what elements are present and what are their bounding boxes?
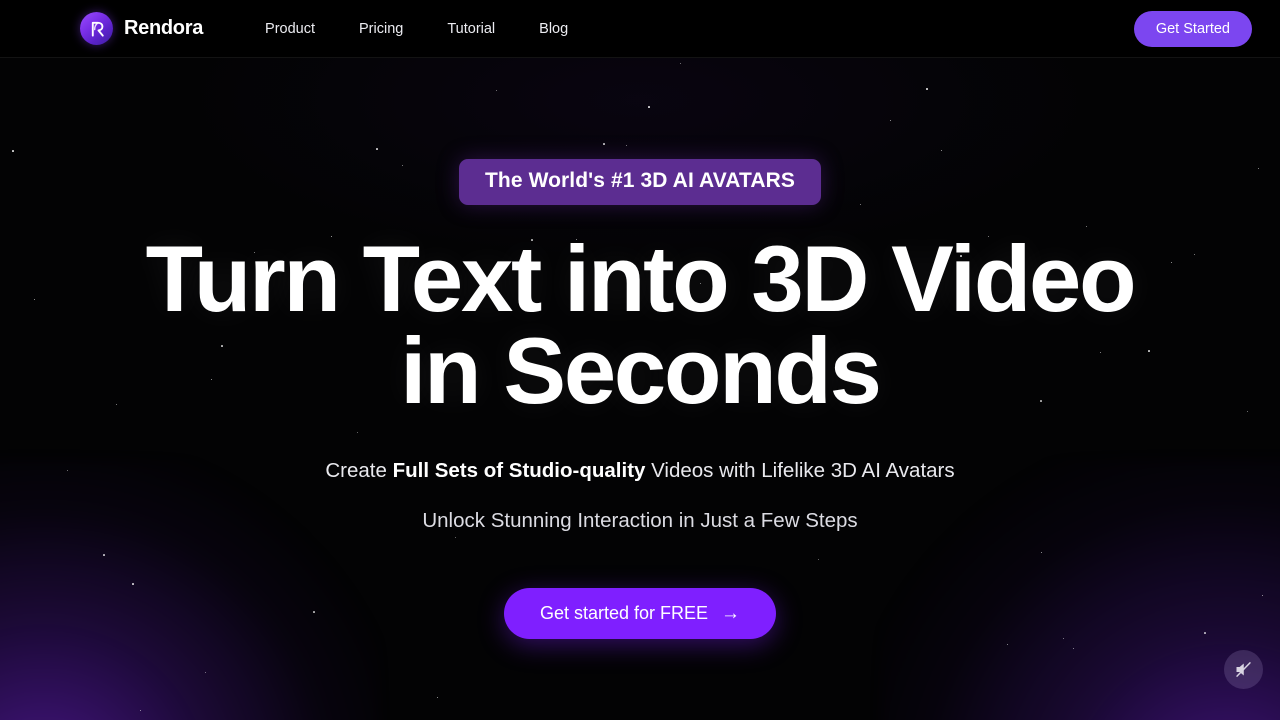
arrow-right-icon: → xyxy=(721,603,741,625)
brand-logo[interactable]: Rendora xyxy=(80,12,203,45)
hero-subtitle-post: Videos with Lifelike 3D AI Avatars xyxy=(645,459,955,483)
hero-badge: The World's #1 3D AI AVATARS xyxy=(459,159,821,205)
site-header: Rendora Product Pricing Tutorial Blog Ge… xyxy=(0,0,1280,58)
speaker-muted-icon xyxy=(1233,659,1254,680)
nav-link-blog[interactable]: Blog xyxy=(517,15,590,43)
page-title: Turn Text into 3D Video in Seconds xyxy=(145,226,1137,424)
get-started-button[interactable]: Get Started xyxy=(1133,10,1252,47)
brand-name: Rendora xyxy=(124,17,204,39)
hero-subtitle-pre: Create xyxy=(325,459,393,483)
hero-subtitle-secondary: Unlock Stunning Interaction in Just a Fe… xyxy=(422,509,858,533)
rendora-r-logo-icon xyxy=(80,12,113,45)
get-started-free-button[interactable]: Get started for FREE → xyxy=(503,588,777,640)
nav-link-tutorial[interactable]: Tutorial xyxy=(425,15,517,43)
mute-toggle-button[interactable] xyxy=(1224,650,1263,689)
hero-subtitle-primary: Create Full Sets of Studio-quality Video… xyxy=(325,459,954,483)
headline-line-2: in Seconds xyxy=(400,318,882,424)
landing-page: Rendora Product Pricing Tutorial Blog Ge… xyxy=(0,0,1280,720)
nav-link-product[interactable]: Product xyxy=(251,15,337,43)
headline-line-1: Turn Text into 3D Video xyxy=(145,226,1137,331)
hero-subtitle-bold: Full Sets of Studio-quality xyxy=(392,459,646,483)
cta-label: Get started for FREE xyxy=(539,603,709,624)
main-navigation: Product Pricing Tutorial Blog xyxy=(251,15,590,43)
hero-section: The World's #1 3D AI AVATARS Turn Text i… xyxy=(0,58,1280,720)
nav-link-pricing[interactable]: Pricing xyxy=(337,15,425,43)
